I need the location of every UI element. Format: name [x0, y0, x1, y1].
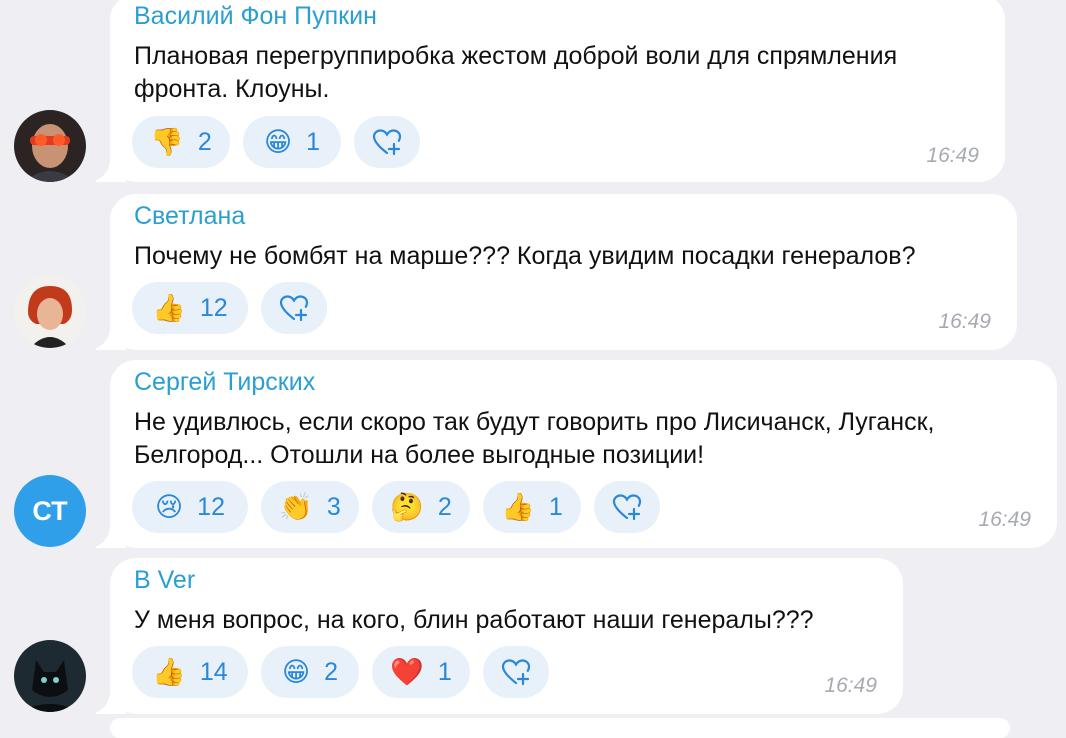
message-text: Не удивлюсь, если скоро так будут говори… [134, 406, 934, 472]
reaction-count: 1 [437, 657, 452, 686]
avatar-photo-cat [14, 640, 86, 712]
add-reaction-button[interactable] [261, 282, 327, 334]
reaction-grinning[interactable]: 😁 2 [261, 646, 359, 698]
message-time: 16:49 [824, 674, 877, 697]
thumbs-up-emoji: 👍 [152, 292, 186, 323]
message-bubble: Светлана Почему не бомбят на марше??? Ко… [96, 194, 1017, 350]
red-heart-emoji: ❤️ [390, 656, 424, 687]
author-name[interactable]: Сергей Тирских [134, 368, 315, 397]
reaction-count: 12 [199, 293, 228, 322]
heart-plus-icon [501, 659, 531, 686]
message-bubble: Сергей Тирских Не удивлюсь, если скоро т… [96, 360, 1057, 548]
message-text-line: У меня вопрос, на кого, блин работают на… [134, 606, 814, 634]
reaction-thumbs-up[interactable]: 👍 14 [132, 646, 248, 698]
author-name[interactable]: Василий Фон Пупкин [134, 2, 377, 31]
reaction-count: 1 [548, 492, 563, 521]
heart-plus-icon [279, 295, 309, 322]
next-message-bubble [110, 718, 1010, 738]
reaction-count: 2 [324, 657, 339, 686]
reaction-count: 14 [199, 657, 228, 686]
heart-plus-icon [372, 129, 402, 156]
reactions-bar: 😢 12 👏 3 🤔 2 👍 1 [132, 481, 660, 533]
thumbs-down-emoji: 👎 [150, 126, 184, 157]
message-text-line: Плановая перегруппиробка жестом доброй в… [134, 42, 898, 70]
reaction-crying[interactable]: 😢 12 [132, 481, 248, 533]
reactions-bar: 👍 14 😁 2 ❤️ 1 [132, 646, 549, 698]
grinning-emoji: 😁 [281, 656, 311, 687]
message-text: Почему не бомбят на марше??? Когда увиди… [134, 240, 915, 273]
author-name[interactable]: В Ver [134, 566, 195, 595]
avatar[interactable]: СТ [14, 475, 86, 547]
reaction-red-heart[interactable]: ❤️ 1 [372, 646, 470, 698]
reaction-count: 1 [306, 127, 321, 156]
reaction-clapping[interactable]: 👏 3 [261, 481, 359, 533]
reaction-thinking[interactable]: 🤔 2 [372, 481, 470, 533]
message-text: У меня вопрос, на кого, блин работают на… [134, 604, 814, 637]
reaction-grinning[interactable]: 😁 1 [243, 116, 341, 168]
avatar[interactable] [14, 640, 86, 712]
reaction-thumbs-up[interactable]: 👍 1 [483, 481, 581, 533]
message-time: 16:49 [926, 144, 979, 167]
thinking-emoji: 🤔 [390, 491, 424, 522]
reaction-thumbs-up[interactable]: 👍 12 [132, 282, 248, 334]
crying-emoji: 😢 [155, 491, 184, 522]
message-text-line: Белгород... Отошли на более выгодные поз… [134, 441, 705, 469]
avatar-initials: СТ [32, 495, 68, 526]
message-bubble: Василий Фон Пупкин Плановая перегруппиро… [96, 0, 1005, 182]
reaction-count: 12 [197, 492, 225, 521]
message-time: 16:49 [978, 508, 1031, 531]
message-text-line: фронта. Клоуны. [134, 75, 330, 103]
thumbs-up-emoji: 👍 [152, 656, 186, 687]
reaction-count: 2 [437, 492, 452, 521]
author-name[interactable]: Светлана [134, 202, 245, 231]
add-reaction-button[interactable] [483, 646, 549, 698]
reactions-bar: 👎 2 😁 1 [132, 116, 420, 168]
message-time: 16:49 [938, 310, 991, 333]
message-bubble: В Ver У меня вопрос, на кого, блин работ… [96, 558, 903, 714]
reactions-bar: 👍 12 [132, 282, 327, 334]
message-text: Плановая перегруппиробка жестом доброй в… [134, 40, 897, 106]
heart-plus-icon [612, 494, 642, 521]
add-reaction-button[interactable] [594, 481, 660, 533]
message-text-line: Не удивлюсь, если скоро так будут говори… [134, 408, 935, 436]
grinning-emoji: 😁 [263, 126, 293, 157]
message-text-line: Почему не бомбят на марше??? Когда увиди… [134, 242, 916, 270]
thumbs-up-emoji: 👍 [501, 491, 535, 522]
reaction-count: 3 [326, 492, 341, 521]
clapping-hands-emoji: 👏 [279, 491, 313, 522]
add-reaction-button[interactable] [354, 116, 420, 168]
reaction-count: 2 [197, 127, 212, 156]
avatar-photo-man [14, 110, 86, 182]
avatar-photo-woman [14, 276, 86, 348]
reaction-thumbs-down[interactable]: 👎 2 [132, 116, 230, 168]
avatar[interactable] [14, 276, 86, 348]
avatar[interactable] [14, 110, 86, 182]
